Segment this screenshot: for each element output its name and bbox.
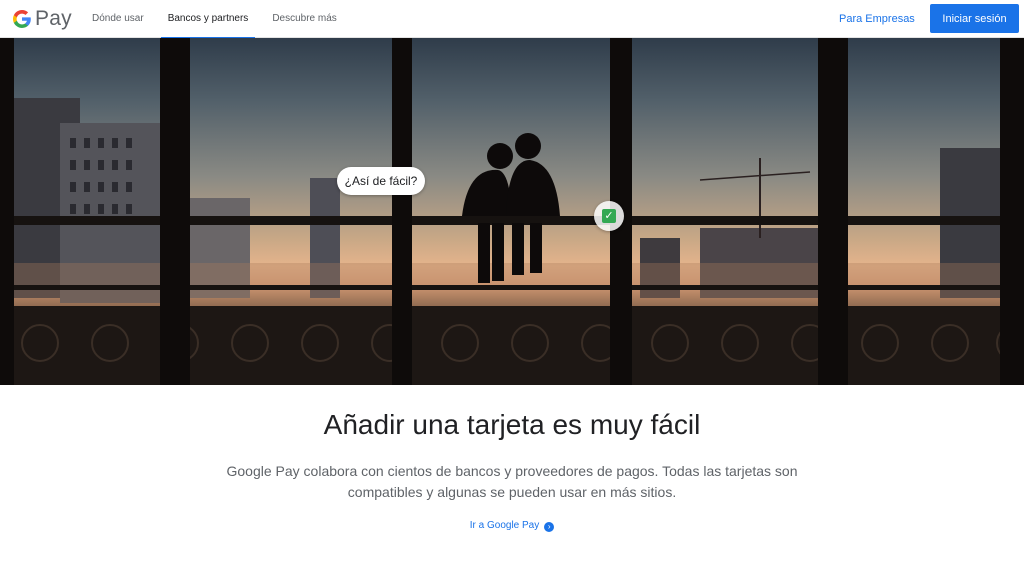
- top-header: Pay Dónde usar Bancos y partners Descubr…: [0, 0, 1024, 39]
- speech-bubble: ¿Así de fácil?: [337, 167, 425, 195]
- nav-bancos-partners[interactable]: Bancos y partners: [156, 0, 261, 39]
- check-badge: ✓: [594, 201, 624, 231]
- check-box-icon: ✓: [602, 209, 616, 223]
- nav-descubre-mas[interactable]: Descubre más: [260, 0, 348, 38]
- google-g-icon: [13, 10, 31, 28]
- signin-button[interactable]: Iniciar sesión: [930, 4, 1019, 33]
- google-pay-logo[interactable]: Pay: [12, 7, 72, 31]
- section-headline: Añadir una tarjeta es muy fácil: [323, 409, 701, 440]
- hero-image: ¿Así de fácil? ✓: [0, 38, 1024, 385]
- nav-donde-usar[interactable]: Dónde usar: [80, 0, 156, 38]
- logo-text: Pay: [35, 7, 72, 30]
- hero-illustration: [0, 38, 1024, 385]
- arrow-right-icon: ›: [544, 522, 555, 532]
- main-nav: Dónde usar Bancos y partners Descubre má…: [80, 0, 349, 39]
- cta-label: Ir a Google Pay: [469, 520, 540, 531]
- section-description: Google Pay colabora con cientos de banco…: [226, 463, 798, 500]
- business-link[interactable]: Para Empresas: [839, 0, 915, 38]
- go-to-google-pay-link[interactable]: Ir a Google Pay ›: [0, 520, 1024, 532]
